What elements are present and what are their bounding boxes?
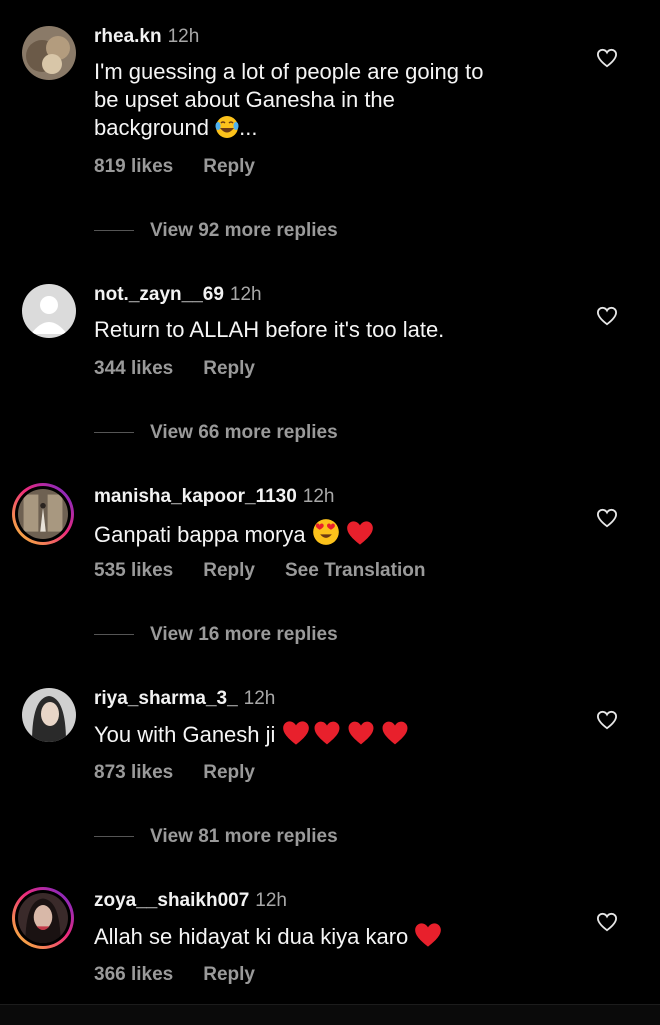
divider-line [94, 432, 134, 434]
avatar-zoya-story-ring[interactable] [12, 887, 74, 949]
comment-text-segment: Allah se hidayat ki dua kiya karo [94, 924, 409, 949]
red-heart-emoji [346, 520, 374, 553]
comment-text: I'm guessing a lot of people are going t… [94, 58, 564, 146]
avatar-manisha [18, 489, 68, 539]
username[interactable]: rhea.kn [94, 26, 162, 47]
view-replies-label: View 92 more replies [150, 220, 338, 241]
comment-text-line: be upset about Ganesha in the [94, 87, 395, 112]
comment-text-ellipsis: ... [239, 115, 258, 140]
comment-text-segment: Ganpati bappa morya [94, 522, 306, 547]
tears-of-joy-emoji [215, 115, 239, 146]
username[interactable]: manisha_kapoor_1130 [94, 486, 297, 507]
reply-button[interactable]: Reply [203, 762, 255, 783]
comment-text-segment: background [94, 115, 209, 140]
view-replies-label: View 81 more replies [150, 826, 338, 847]
avatar-manisha-story-ring[interactable] [12, 483, 74, 545]
timestamp: 12h [167, 26, 200, 47]
view-replies-label: View 66 more replies [150, 422, 338, 443]
view-more-replies-button[interactable]: View 66 more replies [94, 422, 338, 444]
heart-outline-icon[interactable] [596, 48, 618, 68]
default-avatar-icon [22, 284, 76, 338]
heart-outline-icon[interactable] [596, 710, 618, 730]
red-heart-emoji [378, 720, 412, 753]
divider-line [94, 634, 134, 636]
heart-outline-icon[interactable] [596, 306, 618, 326]
timestamp: 12h [255, 890, 287, 911]
comment-text-line: I'm guessing a lot of people are going t… [94, 59, 484, 84]
avatar-image [22, 688, 76, 742]
avatar-image [18, 489, 68, 539]
comment-text: Allah se hidayat ki dua kiya karo [94, 922, 564, 955]
reply-button[interactable]: Reply [203, 964, 255, 985]
likes-count[interactable]: 819 likes [94, 156, 173, 177]
reply-button[interactable]: Reply [203, 560, 255, 581]
comment-text: You with Ganesh ji [94, 720, 564, 753]
username[interactable]: zoya__shaikh007 [94, 890, 249, 911]
avatar-image [18, 893, 68, 943]
view-more-replies-button[interactable]: View 92 more replies [94, 220, 338, 242]
reply-button[interactable]: Reply [203, 358, 255, 379]
comment-text: Ganpati bappa morya [94, 518, 564, 553]
heart-outline-icon[interactable] [596, 912, 618, 932]
view-more-replies-button[interactable]: View 16 more replies [94, 624, 338, 646]
username[interactable]: not._zayn__69 [94, 284, 224, 305]
see-translation-button[interactable]: See Translation [285, 560, 425, 581]
avatar-image [22, 26, 76, 80]
red-heart-emoji [310, 720, 344, 753]
heart-eyes-emoji [312, 518, 340, 553]
divider-line [94, 230, 134, 232]
comment-text: Return to ALLAH before it's too late. [94, 317, 445, 342]
timestamp: 12h [243, 688, 276, 709]
timestamp: 12h [229, 284, 262, 305]
view-replies-label: View 16 more replies [150, 624, 338, 645]
comment-text-line: background ... [94, 114, 564, 146]
divider-line [94, 836, 134, 838]
likes-count[interactable]: 535 likes [94, 560, 173, 581]
avatar-rhea-kn[interactable] [22, 26, 76, 80]
likes-count[interactable]: 873 likes [94, 762, 173, 783]
likes-count[interactable]: 366 likes [94, 964, 173, 985]
avatar-riya[interactable] [22, 688, 76, 742]
heart-outline-icon[interactable] [596, 508, 618, 528]
reply-button[interactable]: Reply [203, 156, 255, 177]
view-more-replies-button[interactable]: View 81 more replies [94, 826, 338, 848]
avatar-zoya [18, 893, 68, 943]
comment-text-segment: You with Ganesh ji [94, 722, 276, 747]
red-heart-emoji [282, 720, 310, 753]
red-heart-emoji [414, 922, 442, 955]
likes-count[interactable]: 344 likes [94, 358, 173, 379]
timestamp: 12h [302, 486, 335, 507]
avatar-not-zayn[interactable] [22, 284, 76, 338]
username[interactable]: riya_sharma_3_ [94, 688, 238, 709]
bottom-divider-bar [0, 1004, 660, 1025]
red-heart-emoji [344, 720, 378, 753]
